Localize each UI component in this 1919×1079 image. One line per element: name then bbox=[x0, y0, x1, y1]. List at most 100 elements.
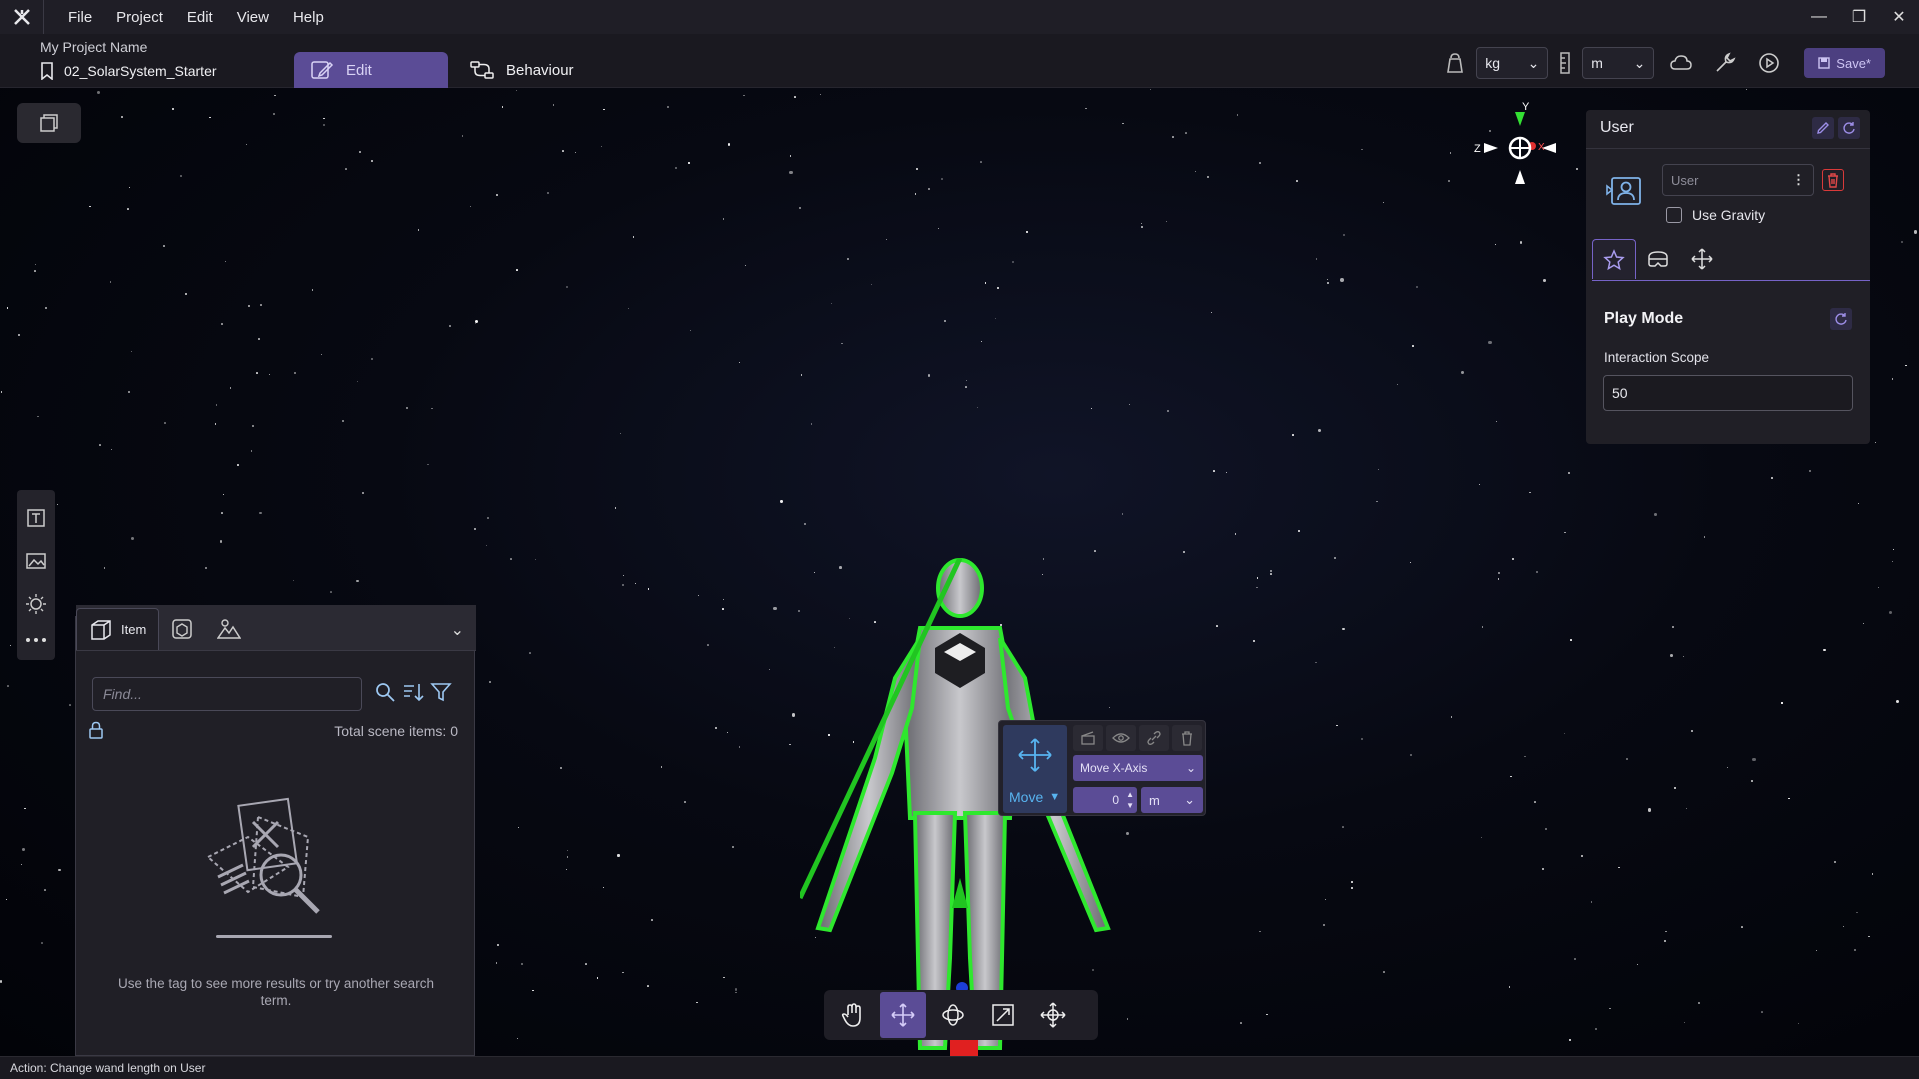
length-unit-select[interactable]: m ⌄ bbox=[1582, 47, 1655, 79]
background-star bbox=[1563, 733, 1565, 735]
background-star bbox=[1569, 1039, 1571, 1041]
menu-project[interactable]: Project bbox=[104, 9, 175, 26]
background-star bbox=[1090, 407, 1093, 410]
background-star bbox=[1595, 1027, 1598, 1030]
background-star bbox=[831, 303, 833, 305]
play-icon[interactable] bbox=[1752, 46, 1786, 80]
lock-icon[interactable] bbox=[88, 721, 104, 739]
interaction-scope-input[interactable]: 50 bbox=[1603, 375, 1853, 411]
background-star bbox=[1842, 925, 1844, 927]
user-name-field[interactable]: User ⋮ bbox=[1662, 164, 1814, 196]
delete-trash-icon[interactable] bbox=[1822, 169, 1844, 191]
background-star bbox=[449, 325, 451, 328]
project-name: My Project Name bbox=[40, 39, 148, 55]
background-star bbox=[723, 977, 725, 979]
image-icon[interactable] bbox=[25, 550, 47, 572]
z-axis-arrow[interactable] bbox=[1484, 143, 1498, 153]
save-button[interactable]: Save* bbox=[1804, 48, 1885, 78]
background-star bbox=[1900, 241, 1903, 244]
orientation-gizmo[interactable]: Y Z X bbox=[1470, 96, 1570, 206]
light-sun-icon[interactable] bbox=[25, 593, 47, 615]
background-star bbox=[250, 450, 253, 453]
reset-icon[interactable] bbox=[1838, 117, 1860, 139]
window-controls: — ❐ ✕ bbox=[1799, 0, 1919, 34]
background-star bbox=[371, 357, 374, 361]
mass-weight-icon bbox=[1447, 53, 1464, 73]
background-star bbox=[819, 93, 821, 95]
panel-header-actions bbox=[1812, 117, 1860, 139]
move-unit-select[interactable]: m ⌄ bbox=[1141, 787, 1203, 813]
y-axis-arrow[interactable] bbox=[1515, 112, 1525, 126]
bookmark-icon bbox=[41, 62, 53, 80]
section-title-play-mode: Play Mode bbox=[1604, 310, 1684, 327]
search-input[interactable] bbox=[92, 677, 362, 711]
use-gravity-checkbox[interactable] bbox=[1666, 207, 1682, 223]
background-star bbox=[727, 143, 731, 146]
use-gravity-row[interactable]: Use Gravity bbox=[1666, 207, 1765, 223]
background-star bbox=[1564, 531, 1566, 533]
background-star bbox=[312, 289, 314, 291]
left-toolbar bbox=[17, 490, 55, 660]
background-star bbox=[1342, 627, 1346, 631]
wrench-icon[interactable] bbox=[1708, 46, 1742, 80]
mass-unit-select[interactable]: kg ⌄ bbox=[1476, 47, 1549, 79]
move-axis-select[interactable]: Move X-Axis ⌄ bbox=[1073, 755, 1203, 781]
scale-icon bbox=[992, 1004, 1014, 1026]
clapper-icon[interactable] bbox=[1073, 725, 1103, 751]
collapse-chevron-icon[interactable]: ⌄ bbox=[451, 620, 464, 640]
tab-vr-headset[interactable] bbox=[1636, 239, 1680, 279]
sort-icon[interactable] bbox=[402, 681, 424, 703]
menu-edit[interactable]: Edit bbox=[175, 9, 225, 26]
background-star bbox=[209, 116, 211, 119]
background-star bbox=[1625, 757, 1628, 760]
restore-icon[interactable]: ❐ bbox=[1839, 0, 1879, 34]
tab-environment[interactable] bbox=[205, 608, 253, 650]
kebab-menu-icon[interactable]: ⋮ bbox=[1792, 172, 1805, 188]
search-icon[interactable] bbox=[374, 681, 396, 703]
filter-icon[interactable] bbox=[430, 681, 452, 703]
neg-y-axis-arrow[interactable] bbox=[1515, 170, 1525, 184]
background-star bbox=[1026, 231, 1028, 233]
scene-toggle-button[interactable] bbox=[17, 103, 81, 143]
background-star bbox=[697, 595, 699, 597]
background-star bbox=[489, 681, 492, 684]
background-star bbox=[40, 942, 43, 945]
background-star bbox=[646, 984, 649, 987]
transform-toolbar bbox=[824, 990, 1098, 1040]
delete-trash-icon[interactable] bbox=[1172, 725, 1202, 751]
link-icon[interactable] bbox=[1139, 725, 1169, 751]
background-star bbox=[1121, 513, 1124, 515]
move-mode-button[interactable]: Move ▼ bbox=[1003, 725, 1067, 813]
tab-transform[interactable] bbox=[1680, 239, 1724, 279]
cloud-sync-icon[interactable] bbox=[1664, 46, 1698, 80]
reset-section-icon[interactable] bbox=[1830, 308, 1852, 330]
tab-3d-model[interactable] bbox=[159, 608, 205, 650]
tab-behaviour-star[interactable] bbox=[1592, 239, 1636, 279]
stepper-arrows-icon[interactable]: ▲ ▼ bbox=[1126, 789, 1134, 811]
pan-hand-tool[interactable] bbox=[830, 992, 876, 1038]
background-star bbox=[714, 727, 717, 730]
text-frame-icon[interactable] bbox=[25, 507, 47, 529]
tab-item[interactable]: Item bbox=[76, 608, 160, 650]
edit-pencil-icon[interactable] bbox=[1812, 117, 1834, 139]
scale-tool[interactable] bbox=[980, 992, 1026, 1038]
background-star bbox=[469, 205, 471, 207]
background-star bbox=[1684, 1021, 1686, 1023]
minimize-icon[interactable]: — bbox=[1799, 0, 1839, 34]
rotate-tool[interactable] bbox=[930, 992, 976, 1038]
visibility-eye-icon[interactable] bbox=[1106, 725, 1136, 751]
menu-help[interactable]: Help bbox=[281, 9, 336, 26]
close-icon[interactable]: ✕ bbox=[1879, 0, 1919, 34]
background-star bbox=[1126, 832, 1130, 835]
move-value-input[interactable]: 0 ▲ ▼ bbox=[1073, 787, 1137, 813]
more-dots-icon[interactable] bbox=[25, 636, 47, 644]
move-tool[interactable] bbox=[880, 992, 926, 1038]
background-star bbox=[1488, 340, 1492, 345]
scene-name-row[interactable]: 02_SolarSystem_Starter bbox=[40, 62, 217, 80]
tab-behaviour[interactable]: Behaviour bbox=[454, 52, 604, 88]
menu-view[interactable]: View bbox=[225, 9, 281, 26]
transform-all-tool[interactable] bbox=[1030, 992, 1076, 1038]
background-star bbox=[565, 286, 569, 289]
menu-file[interactable]: File bbox=[56, 9, 104, 26]
tab-edit[interactable]: Edit bbox=[294, 52, 448, 88]
